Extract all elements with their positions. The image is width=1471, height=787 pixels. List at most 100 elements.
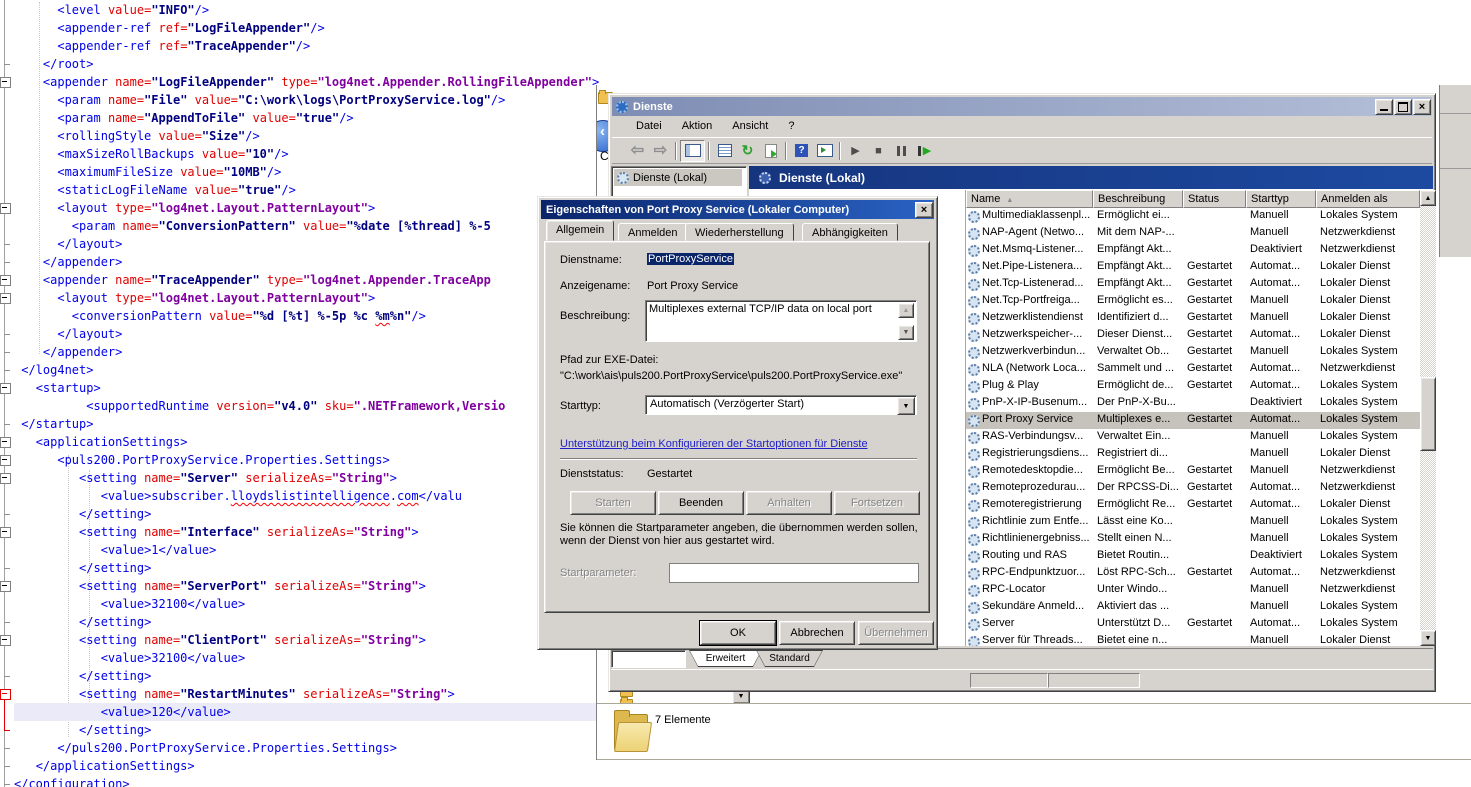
services-scrollbar[interactable]: ▲ ▼ — [1420, 190, 1436, 646]
service-row[interactable]: PnP-X-IP-Busenum...Der PnP-X-Bu...Deakti… — [966, 395, 1420, 412]
dialog-close-button[interactable]: × — [915, 202, 933, 218]
ok-button[interactable]: OK — [700, 621, 776, 645]
startoptionen-link[interactable]: Unterstützung beim Konfigurieren der Sta… — [560, 438, 868, 450]
service-row[interactable]: NLA (Network Loca...Sammelt und ...Gesta… — [966, 361, 1420, 378]
scroll-up-button[interactable]: ▲ — [1420, 190, 1436, 206]
close-button[interactable]: × — [1413, 99, 1431, 115]
dialog-titlebar[interactable]: Eigenschaften von Port Proxy Service (Lo… — [541, 200, 934, 219]
combobox-arrow-icon[interactable]: ▼ — [897, 397, 915, 415]
service-row[interactable]: RPC-LocatorUnter Windo...ManuellNetzwerk… — [966, 582, 1420, 599]
help-button[interactable]: ? — [790, 141, 813, 161]
service-row[interactable]: Richtlinienergebniss...Stellt einen N...… — [966, 531, 1420, 548]
forward-button[interactable]: ⇨ — [649, 141, 672, 161]
service-row[interactable]: RAS-Verbindungsv...Verwaltet Ein...Manue… — [966, 429, 1420, 446]
fold-toggle-icon[interactable] — [0, 689, 11, 700]
service-cell — [1187, 430, 1246, 445]
fold-toggle-icon[interactable] — [0, 437, 11, 448]
tab-allgemein[interactable]: Allgemein — [546, 220, 614, 241]
column-header-name[interactable]: Name▲ — [966, 190, 1093, 208]
column-header-starttyp[interactable]: Starttyp — [1246, 190, 1316, 208]
service-row[interactable]: RemoteregistrierungErmöglicht Re...Gesta… — [966, 497, 1420, 514]
service-row[interactable]: Port Proxy ServiceMultiplexes e...Gestar… — [966, 412, 1420, 429]
service-row[interactable]: Net.Pipe-Listenera...Empfängt Akt...Gest… — [966, 259, 1420, 276]
refresh-button[interactable]: ↻ — [736, 141, 759, 161]
service-row[interactable]: NAP-Agent (Netwo...Mit dem NAP-...Manuel… — [966, 225, 1420, 242]
service-row[interactable]: Net.Tcp-Portfreiga...Ermöglicht es...Ges… — [966, 293, 1420, 310]
service-row[interactable]: Server für Threads...Bietet eine n...Man… — [966, 633, 1420, 646]
abbrechen-button[interactable]: Abbrechen — [779, 621, 855, 645]
service-row[interactable]: Remoteprozedurau...Der RPCSS-Di...Gestar… — [966, 480, 1420, 497]
startparameter-input[interactable] — [669, 563, 919, 583]
starten-button[interactable]: Starten — [570, 491, 656, 515]
service-row[interactable]: NetzwerklistendienstIdentifiziert d...Ge… — [966, 310, 1420, 327]
service-row[interactable]: Richtlinie zum Entfe...Lässt eine Ko...M… — [966, 514, 1420, 531]
beschreibung-textarea[interactable]: Multiplexes external TCP/IP data on loca… — [645, 300, 917, 342]
service-cell: Unter Windo... — [1097, 583, 1183, 598]
service-cell: Lokales System — [1320, 430, 1420, 445]
properties-button[interactable] — [713, 141, 736, 161]
anhalten-button[interactable]: Anhalten — [746, 491, 832, 515]
export-list-button[interactable] — [759, 141, 782, 161]
column-header-status[interactable]: Status — [1183, 190, 1246, 208]
tab-wiederherstellung[interactable]: Wiederherstellung — [685, 223, 794, 241]
view-tab-erweitert[interactable]: Erweitert — [689, 650, 762, 667]
banner-title: Dienste (Lokal) — [779, 171, 865, 185]
service-row[interactable]: Sekundäre Anmeld...Aktiviert das ...Manu… — [966, 599, 1420, 616]
service-gear-icon — [968, 568, 980, 580]
textarea-scroll-down-icon[interactable]: ▼ — [898, 325, 914, 340]
column-header-beschreibung[interactable]: Beschreibung — [1093, 190, 1183, 208]
maximize-button[interactable] — [1394, 99, 1412, 115]
fold-toggle-icon[interactable] — [0, 455, 11, 466]
scrollbar-thumb[interactable] — [1420, 377, 1436, 451]
stop-service-button[interactable]: ■ — [867, 141, 890, 161]
service-row[interactable]: Remotedesktopdie...Ermöglicht Be...Gesta… — [966, 463, 1420, 480]
show-console-tree-button[interactable] — [680, 140, 705, 162]
fortsetzen-button[interactable]: Fortsetzen — [834, 491, 920, 515]
pause-service-button[interactable] — [890, 141, 913, 161]
fold-toggle-icon[interactable] — [0, 275, 11, 286]
tab-abhngigkeiten[interactable]: Abhängigkeiten — [802, 223, 898, 241]
service-row[interactable]: RPC-Endpunktzuor...Löst RPC-Sch...Gestar… — [966, 565, 1420, 582]
service-row[interactable]: Plug & PlayErmöglicht de...GestartetAuto… — [966, 378, 1420, 395]
starttyp-combobox[interactable]: Automatisch (Verzögerter Start) ▼ — [645, 395, 917, 415]
service-row[interactable]: Routing und RASBietet Routin...Deaktivie… — [966, 548, 1420, 565]
back-button[interactable]: ⇦ — [626, 141, 649, 161]
service-cell: Automat... — [1250, 498, 1316, 513]
service-row[interactable]: Multimediaklassenpl...Ermöglicht ei...Ma… — [966, 208, 1420, 225]
service-row[interactable]: Netzwerkverbindun...Verwaltet Ob...Gesta… — [966, 344, 1420, 361]
tree-item-dienste-lokal[interactable]: Dienste (Lokal) — [614, 169, 742, 186]
standard-view-button[interactable] — [813, 141, 836, 161]
fold-toggle-icon[interactable] — [0, 293, 11, 304]
services-titlebar[interactable]: Dienste × — [612, 97, 1432, 116]
restart-service-button[interactable]: ▶ — [913, 141, 936, 161]
fold-toggle-icon[interactable] — [0, 635, 11, 646]
service-row[interactable]: Netzwerkspeicher-...Dieser Dienst...Gest… — [966, 327, 1420, 344]
column-header-anmeldenals[interactable]: Anmelden als — [1316, 190, 1420, 208]
beenden-button[interactable]: Beenden — [658, 491, 744, 515]
service-cell: Gestartet — [1187, 345, 1246, 360]
service-row[interactable]: Registrierungsdiens...Registriert di...M… — [966, 446, 1420, 463]
fold-toggle-icon[interactable] — [0, 527, 11, 538]
menu-item-aktion[interactable]: Aktion — [672, 117, 723, 135]
fold-toggle-icon[interactable] — [0, 383, 11, 394]
banner-gear-icon — [759, 172, 771, 184]
minimize-button[interactable] — [1375, 99, 1393, 115]
fold-toggle-icon[interactable] — [0, 203, 11, 214]
textarea-scroll-up-icon[interactable]: ▲ — [898, 303, 914, 318]
tab-anmelden[interactable]: Anmelden — [618, 223, 688, 241]
menu-item-datei[interactable]: Datei — [626, 117, 672, 135]
code-line: </setting> — [14, 721, 151, 739]
fold-toggle-icon[interactable] — [0, 473, 11, 484]
start-service-button[interactable]: ▶ — [844, 141, 867, 161]
view-tab-standard[interactable]: Standard — [756, 650, 823, 667]
service-row[interactable]: Net.Msmq-Listener...Empfängt Akt...Deakt… — [966, 242, 1420, 259]
uebernehmen-button[interactable]: Übernehmen — [858, 621, 934, 645]
menu-item-ansicht[interactable]: Ansicht — [722, 117, 778, 135]
scroll-down-button[interactable]: ▼ — [1420, 630, 1436, 646]
dienstname-value[interactable]: PortProxyService — [647, 253, 734, 265]
service-row[interactable]: ServerUnterstützt D...GestartetAutomat..… — [966, 616, 1420, 633]
fold-toggle-icon[interactable] — [0, 581, 11, 592]
menu-item-[interactable]: ? — [778, 117, 804, 135]
fold-toggle-icon[interactable] — [0, 77, 11, 88]
service-row[interactable]: Net.Tcp-Listenerad...Empfängt Akt...Gest… — [966, 276, 1420, 293]
